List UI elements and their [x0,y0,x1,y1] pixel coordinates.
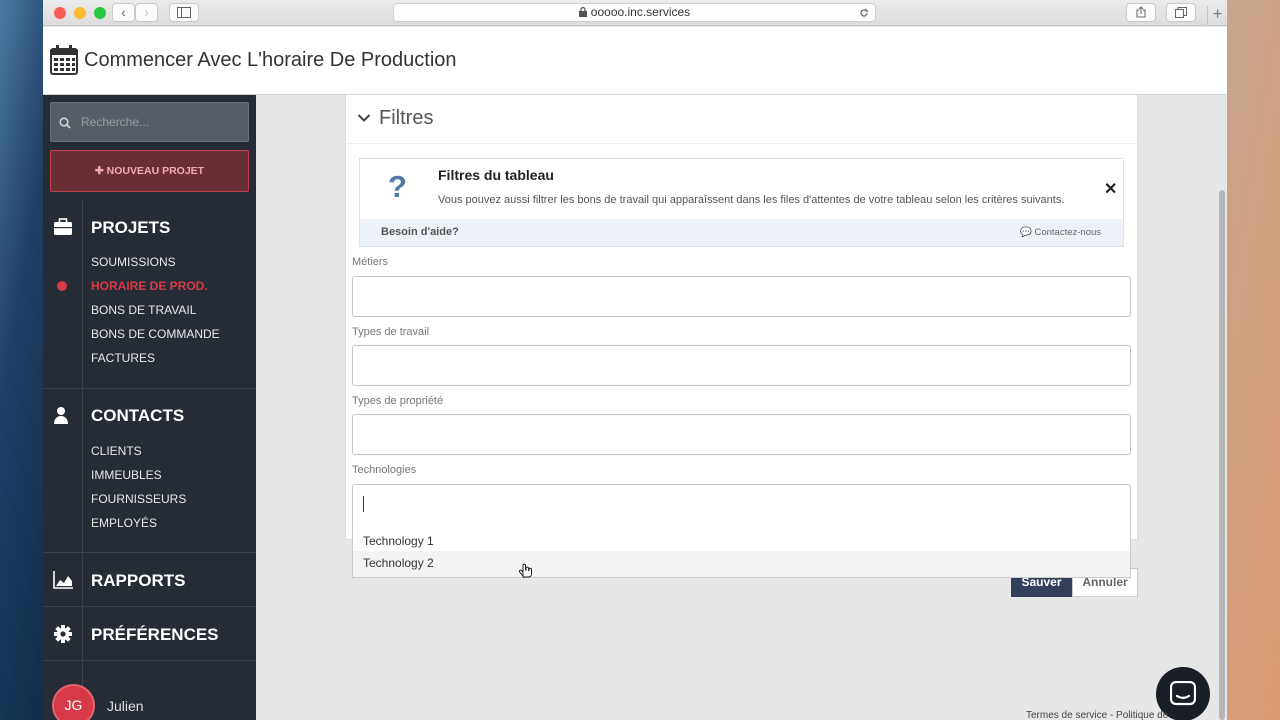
question-icon: ? [388,169,407,204]
filters-title[interactable]: Filtres [379,107,433,130]
info-box-body: ? Filtres du tableau Vous pouvez aussi f… [360,159,1123,219]
help-text: Besoin d'aide? [381,226,459,238]
scrollbar[interactable] [1217,190,1227,720]
sidebar-item-immeubles[interactable]: IMMEUBLES [91,468,162,482]
types-travail-label: Types de travail [352,326,430,338]
types-travail-field[interactable] [352,345,1131,386]
metiers-field[interactable] [352,276,1131,317]
lock-icon [578,6,587,17]
footer-links[interactable]: Termes de service - Politique de confide… [1026,710,1227,720]
plus-icon: ✚ [94,165,107,177]
avatar[interactable]: JG [52,684,95,720]
search-icon [59,117,71,129]
briefcase-icon [54,218,72,235]
sidebar-separator [43,388,256,389]
sidebar-item-soumissions[interactable]: SOUMISSIONS [91,255,176,269]
minimize-window-icon[interactable] [74,7,86,19]
filters-panel: Filtres ? Filtres du tableau Vous pouvez… [345,95,1138,540]
text-cursor [363,496,364,512]
back-icon[interactable]: ‹ [112,3,135,22]
gear-icon [54,625,72,643]
rapports-heading[interactable]: RAPPORTS [91,571,185,591]
tabs-overview-icon[interactable] [1166,3,1196,22]
contact-label: Contactez-nous [1034,227,1102,238]
comments-icon: 💬 [1020,227,1035,238]
technologies-dropdown: Technology 1 Technology 2 [352,524,1131,578]
main-content: Filtres ? Filtres du tableau Vous pouvez… [256,95,1227,720]
sidebar-item-clients[interactable]: CLIENTS [91,444,142,458]
technology-option[interactable]: Technology 2 [363,556,434,570]
close-window-icon[interactable] [54,7,66,19]
url-text: ooooo.inc.services [590,5,691,19]
projects-heading[interactable]: PROJETS [91,218,170,238]
user-icon [54,407,68,424]
browser-toolbar: ‹ › ooooo.inc.services + [43,0,1227,26]
chevron-down-icon[interactable] [357,113,371,123]
browser-window: ‹ › ooooo.inc.services + Commencer Avec … [43,0,1227,720]
sidebar-item-fournisseurs[interactable]: FOURNISSEURS [91,492,186,506]
app-header: Commencer Avec L'horaire De Production [43,27,1227,95]
user-name[interactable]: Julien [107,698,144,714]
technology-option[interactable]: Technology 1 [363,534,434,548]
technologies-field[interactable] [352,484,1131,524]
scrollbar-thumb[interactable] [1219,190,1225,720]
sidebar-separator [43,552,256,553]
new-project-button[interactable]: ✚ NOUVEAU PROJET [50,150,249,192]
reload-icon[interactable] [859,8,869,18]
zoom-window-icon[interactable] [94,7,106,19]
sidebar-item-factures[interactable]: FACTURES [91,351,155,365]
hand-cursor-icon [519,563,532,578]
metiers-label: Métiers [352,256,389,268]
forward-icon[interactable]: › [135,3,158,22]
area-chart-icon [53,571,73,589]
address-bar[interactable]: ooooo.inc.services [393,3,876,22]
panel-divider [346,143,1137,144]
contact-link[interactable]: 💬 Contactez-nous [1020,227,1101,238]
sidebar-separator [43,606,256,607]
chat-icon [1170,681,1196,706]
info-text: Vous pouvez aussi filtrer les bons de tr… [438,194,1065,206]
info-title: Filtres du tableau [438,167,554,183]
search-input[interactable]: Recherche... [50,102,249,142]
new-project-label: NOUVEAU PROJET [106,165,205,177]
sidebar-item-bons-de-commande[interactable]: BONS DE COMMANDE [91,327,220,341]
active-indicator-dot [57,281,67,291]
types-propriete-field[interactable] [352,414,1131,455]
sidebar-toggle-icon[interactable] [169,3,199,22]
new-tab-icon[interactable]: + [1207,6,1227,26]
preferences-heading[interactable]: PRÉFÉRENCES [91,625,219,645]
search-placeholder: Recherche... [81,115,150,129]
option-hover-highlight [353,551,1130,577]
contacts-heading[interactable]: CONTACTS [91,406,184,426]
close-icon[interactable]: ✕ [1104,179,1117,199]
sidebar-separator [43,660,256,661]
sidebar: Recherche... ✚ NOUVEAU PROJET PROJETS SO… [43,95,256,720]
sidebar-divider [82,199,83,720]
types-propriete-label: Types de propriété [352,395,444,407]
sidebar-item-bons-de-travail[interactable]: BONS DE TRAVAIL [91,303,196,317]
info-box: ? Filtres du tableau Vous pouvez aussi f… [359,158,1124,247]
technologies-label: Technologies [352,464,417,476]
app-title: Commencer Avec L'horaire De Production [84,49,457,71]
calendar-icon [50,45,78,75]
sidebar-item-horaire-de-prod[interactable]: HORAIRE DE PROD. [91,279,208,293]
sidebar-item-employes[interactable]: EMPLOYÉS [91,516,157,530]
share-icon[interactable] [1126,3,1156,22]
